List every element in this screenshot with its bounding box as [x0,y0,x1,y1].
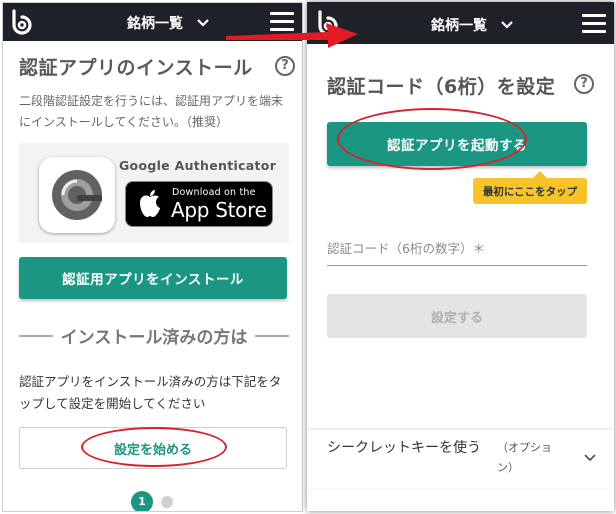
pager-dot-current[interactable]: 1 [131,491,153,511]
header-title: 銘柄一覧 [431,18,487,34]
stock-list-dropdown[interactable]: 銘柄一覧 [431,15,513,35]
help-circle-icon[interactable]: ? [574,74,594,94]
app-header: 銘柄一覧 [307,2,614,44]
help-circle-icon[interactable]: ? [275,56,295,76]
submit-button-disabled: 設定する [327,294,587,338]
installed-heading-text: インストール済みの方は [60,328,248,348]
chevron-down-icon [501,21,513,29]
divider-line-left [19,334,53,337]
app-name: Google Authenticator [119,158,277,173]
installed-heading: インストール済みの方は [19,323,290,348]
launch-auth-app-button[interactable]: 認証アプリを起動する [327,122,587,166]
installed-description: 認証アプリをインストール済みの方は下記をタップして設定を開始してください [19,374,282,411]
app-store-badge[interactable]: Download on the App Store [125,181,273,227]
pager: 1 [131,491,173,511]
app-download-box: Google Authenticator Download on the App… [19,143,289,243]
secret-key-optional: （オプション） [497,441,552,474]
secret-key-accordion[interactable]: シークレットキーを使う （オプション） [307,430,614,488]
stock-list-dropdown[interactable]: 銘柄一覧 [127,13,209,33]
logo-b-icon[interactable] [315,10,341,36]
install-description: 二段階認証設定を行うには、認証用アプリを端末にインストールしてください。（推奨） [19,94,284,129]
apple-icon [140,190,160,217]
page-title: 認証コード（6桁）を設定 [327,76,556,98]
hamburger-menu-icon[interactable] [270,12,294,32]
authenticator-icon[interactable] [39,157,115,233]
logo-b-icon[interactable] [9,9,35,35]
app-header: 銘柄一覧 [3,3,302,41]
page-title: 認証アプリのインストール [19,57,253,79]
chevron-down-icon [197,19,209,27]
pager-dot[interactable] [161,496,173,508]
secret-key-label: シークレットキーを使う [327,440,481,456]
header-title: 銘柄一覧 [127,16,183,32]
screen-set-code: 銘柄一覧 認証コード（6桁）を設定 ? 認証アプリを起動する 最初にここをタップ… [307,2,614,511]
tap-here-tooltip: 最初にここをタップ [473,171,587,204]
app-store-big-text: App Store [171,198,267,222]
install-app-button[interactable]: 認証用アプリをインストール [19,257,287,299]
chevron-down-icon [584,454,596,462]
start-setup-button[interactable]: 設定を始める [19,427,287,469]
app-store-small-text: Download on the [172,187,256,198]
auth-code-input[interactable]: 認証コード（6桁の数字）＊ [327,234,587,266]
hamburger-menu-icon[interactable] [582,14,606,34]
screen-install-app: 銘柄一覧 認証アプリのインストール ? 二段階認証設定を行うには、認証用アプリを… [2,2,303,512]
divider-line-right [255,334,290,337]
